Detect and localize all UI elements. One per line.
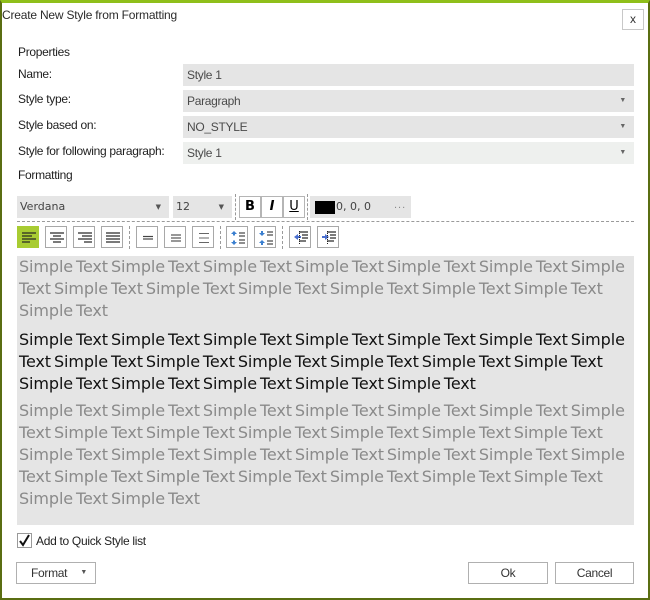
align-justify-icon [106, 232, 120, 243]
cancel-button[interactable]: Cancel [555, 562, 634, 584]
ok-label: Ok [500, 566, 516, 580]
quick-style-checkbox[interactable] [17, 533, 32, 548]
ok-button[interactable]: Ok [468, 562, 548, 584]
formatting-section-label: Formatting [18, 168, 73, 182]
format-dropdown-button[interactable]: Format ▼ [16, 562, 96, 584]
font-size-value: 12 [176, 200, 190, 213]
style-type-dropdown[interactable]: Paragraph ▼ [183, 90, 634, 112]
line-spacing-double-button[interactable] [192, 226, 214, 248]
bold-button[interactable]: B [239, 196, 261, 218]
chevron-down-icon: ▼ [218, 203, 224, 211]
italic-icon: I [269, 199, 275, 214]
align-justify-button[interactable] [101, 226, 123, 248]
underline-button[interactable]: U [283, 196, 305, 218]
decrease-paragraph-spacing-button[interactable] [254, 226, 276, 248]
based-on-value: NO_STYLE [187, 120, 248, 134]
chevron-down-icon: ▼ [619, 123, 626, 130]
align-left-icon [22, 232, 36, 243]
following-style-value: Style 1 [187, 146, 222, 160]
preview-current-paragraph: Simple Text Simple Text Simple Text Simp… [19, 330, 625, 393]
quick-style-label: Add to Quick Style list [36, 534, 146, 548]
increase-indent-button[interactable] [317, 226, 339, 248]
line-spacing-single-button[interactable] [136, 226, 158, 248]
underline-icon: U [289, 199, 299, 214]
based-on-dropdown[interactable]: NO_STYLE ▼ [183, 116, 634, 138]
align-right-icon [78, 232, 92, 243]
decrease-indent-icon [294, 231, 308, 245]
line-spacing-double-icon [199, 233, 209, 243]
bold-icon: B [245, 199, 255, 214]
following-style-dropdown[interactable]: Style 1 ▼ [183, 142, 634, 164]
toolbar-divider [17, 221, 634, 222]
font-size-dropdown[interactable]: 12 ▼ [173, 196, 232, 218]
color-value: 0, 0, 0 [336, 200, 371, 213]
style-preview: Simple Text Simple Text Simple Text Simp… [17, 256, 634, 525]
preview-previous-paragraph: Simple Text Simple Text Simple Text Simp… [19, 257, 625, 320]
based-on-label: Style based on: [18, 118, 97, 132]
style-type-label: Style type: [18, 92, 71, 106]
chevron-down-icon: ▼ [619, 97, 626, 104]
line-spacing-one-half-icon [171, 234, 181, 242]
toolbar-separator [220, 226, 221, 249]
font-family-dropdown[interactable]: Verdana ▼ [17, 196, 169, 218]
name-label: Name: [18, 67, 52, 81]
close-button[interactable]: x [622, 9, 644, 30]
more-colors-button[interactable]: ... [394, 194, 406, 216]
properties-section-label: Properties [18, 45, 70, 59]
toolbar-separator [129, 226, 130, 249]
following-style-label: Style for following paragraph: [18, 144, 165, 158]
increase-paragraph-spacing-button[interactable] [226, 226, 248, 248]
format-label: Format [31, 566, 68, 580]
align-center-button[interactable] [45, 226, 67, 248]
toolbar-separator [282, 226, 283, 249]
toolbar-separator [235, 194, 236, 220]
decrease-indent-button[interactable] [289, 226, 311, 248]
checkmark-icon [19, 534, 30, 547]
color-swatch [315, 201, 335, 214]
line-spacing-single-icon [143, 235, 153, 240]
preview-following-paragraph: Simple Text Simple Text Simple Text Simp… [19, 401, 625, 508]
dialog-title: Create New Style from Formatting [2, 8, 177, 22]
chevron-down-icon: ▼ [619, 149, 626, 156]
align-right-button[interactable] [73, 226, 95, 248]
cancel-label: Cancel [576, 566, 613, 580]
line-spacing-one-half-button[interactable] [164, 226, 186, 248]
toolbar-separator [307, 194, 308, 220]
name-input[interactable]: Style 1 [183, 64, 634, 86]
style-type-value: Paragraph [187, 94, 241, 108]
name-value: Style 1 [187, 68, 222, 82]
increase-spacing-icon [231, 231, 245, 245]
italic-button[interactable]: I [261, 196, 283, 218]
font-family-value: Verdana [20, 200, 66, 213]
close-icon: x [630, 12, 636, 26]
chevron-down-icon: ▼ [155, 203, 161, 211]
increase-indent-icon [322, 231, 336, 245]
font-color-picker[interactable]: 0, 0, 0 ... [310, 196, 411, 218]
align-left-button[interactable] [17, 226, 39, 248]
chevron-down-icon: ▼ [80, 569, 87, 576]
align-center-icon [50, 232, 64, 243]
decrease-spacing-icon [259, 231, 273, 245]
